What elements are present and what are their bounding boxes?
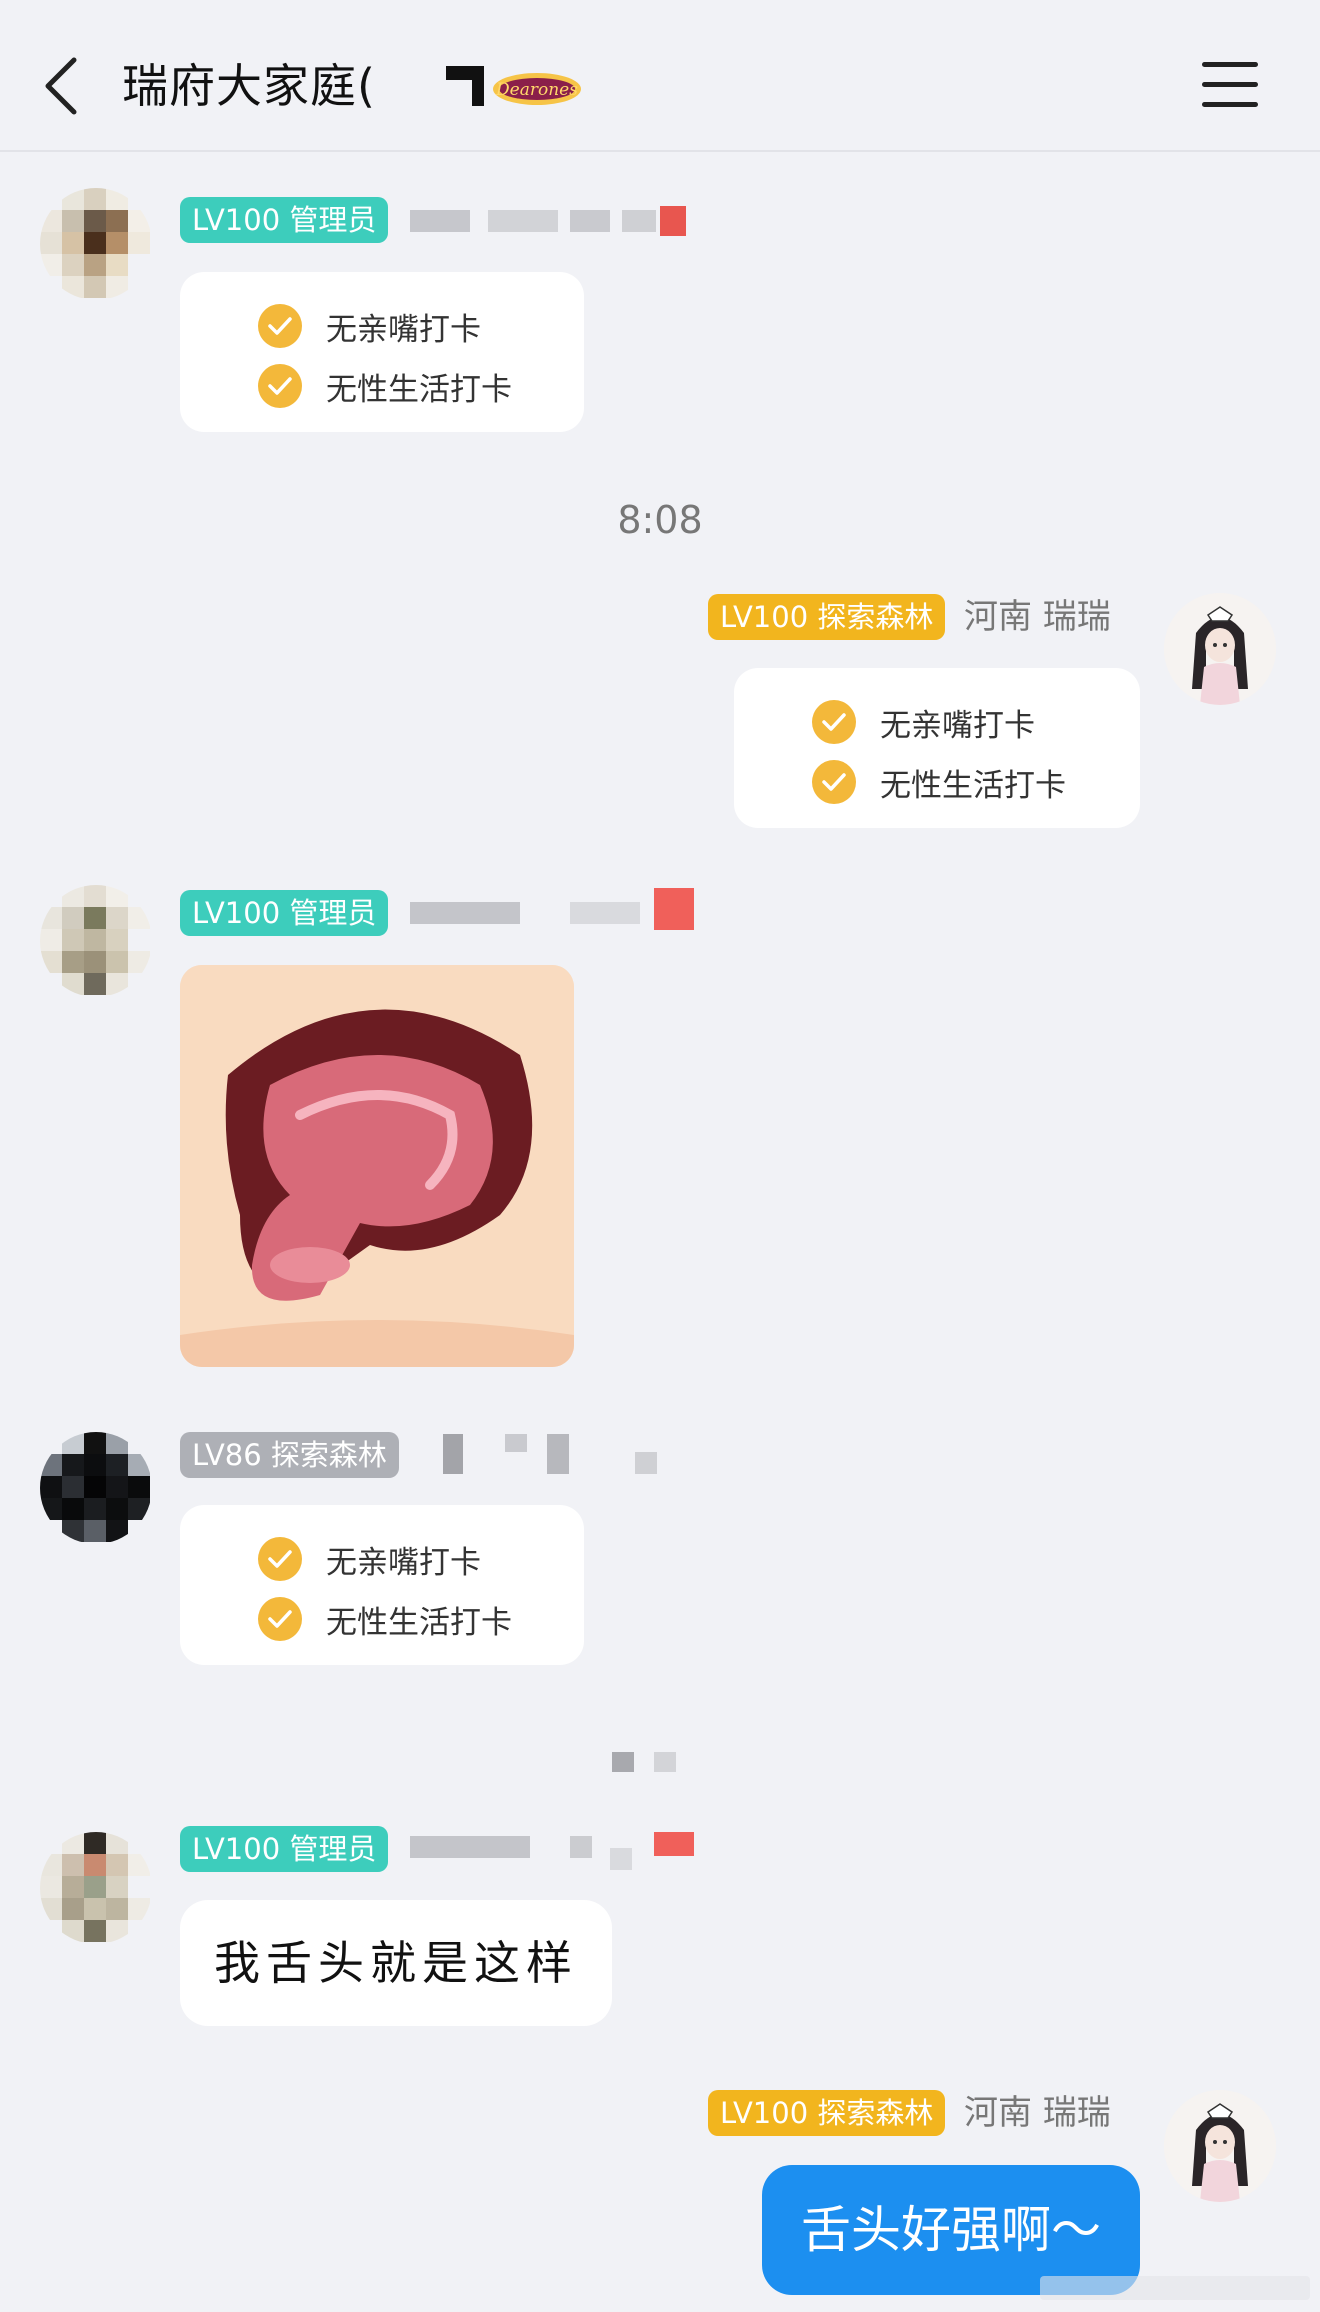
watermark-icon: [1040, 2276, 1310, 2300]
blurred-username: [425, 1434, 665, 1474]
avatar[interactable]: [40, 1832, 152, 1944]
chevron-left-icon[interactable]: [40, 56, 84, 116]
chat-title[interactable]: 瑞府大家庭(: [122, 56, 376, 116]
avatar[interactable]: [40, 1432, 152, 1544]
tongue-sticker-image[interactable]: [180, 965, 574, 1367]
level-badge: LV100 管理员: [180, 890, 389, 936]
avatar[interactable]: [40, 188, 152, 300]
checkin-item: 无性生活打卡: [258, 362, 512, 410]
hamburger-menu-icon[interactable]: [1202, 62, 1258, 108]
check-circle-icon: [812, 700, 856, 744]
avatar[interactable]: [40, 885, 152, 997]
tongue-sticker-icon: [180, 965, 574, 1367]
check-circle-icon: [812, 760, 856, 804]
self-avatar[interactable]: [1164, 2090, 1276, 2202]
title-emblem-icon: [446, 66, 484, 106]
check-circle-icon: [258, 1597, 302, 1641]
check-circle-icon: [258, 364, 302, 408]
sender-name[interactable]: 河南 瑞瑞: [964, 2090, 1111, 2136]
self-avatar[interactable]: [1164, 593, 1276, 705]
checkin-item: 无亲嘴打卡: [258, 302, 481, 350]
anime-girl-avatar-icon: [1164, 2090, 1276, 2202]
checkin-item: 无亲嘴打卡: [812, 698, 1035, 746]
checkin-item: 无性生活打卡: [258, 1595, 512, 1643]
checkin-item: 无性生活打卡: [812, 758, 1066, 806]
level-badge: LV100 管理员: [180, 197, 389, 243]
blurred-username: [410, 1832, 700, 1870]
checkin-card: 无亲嘴打卡 无性生活打卡: [734, 668, 1140, 828]
level-badge: LV86 探索森林: [180, 1432, 399, 1478]
time-divider: 8:08: [617, 498, 703, 542]
level-badge: LV100 探索森林: [708, 2090, 946, 2136]
svg-text:Dearones: Dearones: [495, 80, 578, 100]
checkin-item: 无亲嘴打卡: [258, 1535, 481, 1583]
anime-girl-avatar-icon: [1164, 593, 1276, 705]
checkin-card: 无亲嘴打卡 无性生活打卡: [180, 272, 584, 432]
sender-name[interactable]: 河南 瑞瑞: [964, 594, 1111, 640]
check-circle-icon: [258, 304, 302, 348]
chat-header: 瑞府大家庭( Dearones: [0, 0, 1320, 152]
dearones-logo: Dearones: [493, 73, 581, 105]
message-bubble[interactable]: 我舌头就是这样: [180, 1900, 612, 2026]
checkin-card: 无亲嘴打卡 无性生活打卡: [180, 1505, 584, 1665]
check-circle-icon: [258, 1537, 302, 1581]
blurred-username: [410, 888, 700, 932]
level-badge: LV100 管理员: [180, 1826, 389, 1872]
blurred-username: [410, 206, 690, 240]
level-badge: LV100 探索森林: [708, 594, 946, 640]
